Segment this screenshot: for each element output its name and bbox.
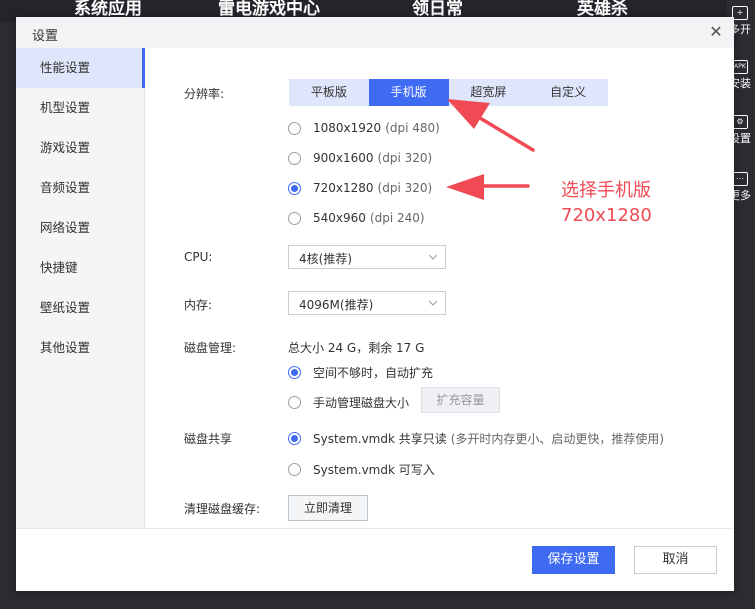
arrow-to-phone-tab [447, 99, 535, 152]
annotation-line-2: 720x1280 [561, 205, 652, 226]
annotation-text: 选择手机版 720x1280 [561, 178, 652, 228]
annotation-arrows [446, 99, 535, 200]
arrow-to-720-option [446, 174, 530, 200]
annotation-line-1: 选择手机版 [561, 180, 651, 201]
